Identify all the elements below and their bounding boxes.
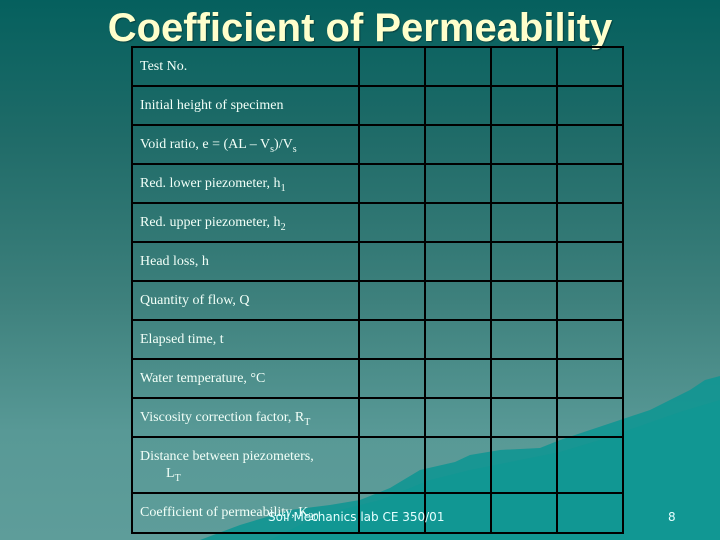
data-cell-test-3: [490, 397, 558, 438]
data-cell-test-1: [358, 436, 426, 494]
table-row: Initial height of specimen: [131, 85, 624, 126]
table-row: Quantity of flow, Q: [131, 280, 624, 321]
data-cell-test-2: [424, 241, 492, 282]
data-cell-test-1: [358, 358, 426, 399]
page-number: 8: [668, 510, 676, 524]
data-cell-test-4: [556, 280, 624, 321]
data-cell-test-1: [358, 202, 426, 243]
row-label: Viscosity correction factor, RT: [131, 397, 360, 438]
data-cell-test-2: [424, 124, 492, 165]
row-label: Red. lower piezometer, h1: [131, 163, 360, 204]
row-label: Water temperature, °C: [131, 358, 360, 399]
data-cell-test-3: [490, 319, 558, 360]
data-cell-test-3: [490, 358, 558, 399]
subscript: s: [292, 143, 297, 155]
table-row: Water temperature, °C: [131, 358, 624, 399]
row-label: Test No.: [131, 46, 360, 87]
data-cell-test-4: [556, 492, 624, 534]
subscript: 1: [280, 182, 286, 194]
row-label: Void ratio, e = (AL – Vs)/Vs: [131, 124, 360, 165]
subscript: T: [304, 416, 311, 428]
row-label: Elapsed time, t: [131, 319, 360, 360]
table-row: Void ratio, e = (AL – Vs)/Vs: [131, 124, 624, 165]
data-cell-test-2: [424, 358, 492, 399]
data-cell-test-4: [556, 241, 624, 282]
data-cell-test-4: [556, 46, 624, 87]
data-cell-test-2: [424, 202, 492, 243]
data-cell-test-4: [556, 358, 624, 399]
data-cell-test-4: [556, 202, 624, 243]
permeability-data-table: Test No. Initial height of specimen Void r…: [131, 46, 624, 534]
data-cell-test-2: [424, 436, 492, 494]
data-cell-test-2: [424, 280, 492, 321]
data-cell-test-1: [358, 319, 426, 360]
data-cell-test-3: [490, 46, 558, 87]
row-label-line2: LT: [166, 466, 181, 484]
data-cell-test-4: [556, 436, 624, 494]
data-cell-test-1: [358, 241, 426, 282]
table-row: Test No.: [131, 46, 624, 87]
slide-footer: Soil Mechanics lab CE 350/01: [268, 510, 445, 524]
data-cell-test-3: [490, 241, 558, 282]
row-label: Head loss, h: [131, 241, 360, 282]
row-label: Red. upper piezometer, h2: [131, 202, 360, 243]
data-cell-test-2: [424, 163, 492, 204]
subscript: T: [174, 473, 181, 484]
data-cell-test-3: [490, 85, 558, 126]
data-cell-test-4: [556, 163, 624, 204]
data-cell-test-1: [358, 124, 426, 165]
row-label: Initial height of specimen: [131, 85, 360, 126]
data-cell-test-3: [490, 436, 558, 494]
data-cell-test-2: [424, 46, 492, 87]
table-row: Head loss, h: [131, 241, 624, 282]
subscript: s: [270, 143, 275, 155]
table-row: Viscosity correction factor, RT: [131, 397, 624, 438]
data-cell-test-4: [556, 397, 624, 438]
data-cell-test-2: [424, 319, 492, 360]
data-cell-test-4: [556, 319, 624, 360]
data-cell-test-3: [490, 202, 558, 243]
data-cell-test-3: [490, 280, 558, 321]
table-row: Distance between piezometers, LT: [131, 436, 624, 494]
row-label: Quantity of flow, Q: [131, 280, 360, 321]
table-row: Red. lower piezometer, h1: [131, 163, 624, 204]
row-label: Distance between piezometers, LT: [131, 436, 360, 494]
data-cell-test-3: [490, 124, 558, 165]
data-cell-test-4: [556, 85, 624, 126]
data-cell-test-2: [424, 397, 492, 438]
data-cell-test-3: [490, 163, 558, 204]
data-cell-test-4: [556, 124, 624, 165]
data-cell-test-2: [424, 85, 492, 126]
subscript: 2: [280, 221, 286, 233]
data-cell-test-1: [358, 85, 426, 126]
data-cell-test-1: [358, 46, 426, 87]
table-row: Elapsed time, t: [131, 319, 624, 360]
data-cell-test-1: [358, 397, 426, 438]
data-cell-test-3: [490, 492, 558, 534]
data-cell-test-1: [358, 163, 426, 204]
data-cell-test-1: [358, 280, 426, 321]
table-row: Red. upper piezometer, h2: [131, 202, 624, 243]
